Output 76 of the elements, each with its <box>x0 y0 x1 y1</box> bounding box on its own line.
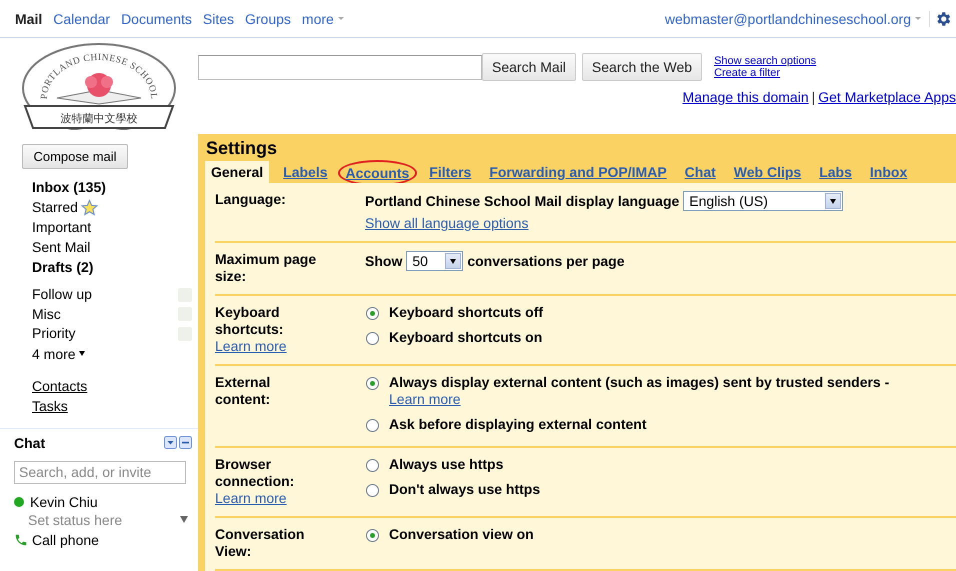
nav-link[interactable]: Mail <box>15 10 42 26</box>
search-link[interactable]: Show search options <box>714 55 816 67</box>
option-label: Ask before displaying external content <box>389 416 647 433</box>
setting-label: Language: <box>215 191 287 208</box>
settings-tab[interactable]: Labs <box>813 161 858 183</box>
sidebar-link[interactable]: Tasks <box>32 396 68 416</box>
search-button[interactable]: Search Mail <box>482 53 576 81</box>
nav-link[interactable]: Documents <box>121 10 192 26</box>
separator: | <box>810 89 816 105</box>
chat-title: Chat <box>14 434 46 450</box>
nav-link[interactable]: Sites <box>202 10 234 26</box>
account-menu[interactable]: webmaster@portlandchineseschool.org <box>664 10 930 26</box>
dropdown-icon[interactable] <box>164 436 177 449</box>
setting-label: Keyboard shortcuts: <box>215 304 284 338</box>
option-label: Don't always use https <box>389 481 540 498</box>
star-icon[interactable] <box>80 198 98 216</box>
sidebar-link[interactable]: Contacts <box>32 376 88 396</box>
settings-tab[interactable]: Labels <box>277 161 334 183</box>
minimize-icon[interactable] <box>179 436 192 449</box>
radio-button[interactable] <box>366 307 379 320</box>
learn-more-link[interactable]: Learn more <box>389 391 461 408</box>
option-label: Always use https <box>389 456 504 473</box>
radio-button[interactable] <box>366 529 379 542</box>
option-label: Keyboard shortcuts on <box>389 329 542 346</box>
call-phone-link[interactable]: Call phone <box>14 532 192 548</box>
folder-link[interactable]: Sent Mail <box>32 237 198 257</box>
chat-search-field[interactable]: Search, add, or invite <box>14 460 186 484</box>
option-label: Keyboard shortcuts off <box>389 304 544 321</box>
show-label: Show <box>365 253 402 269</box>
language-label: Portland Chinese School Mail display language <box>365 193 680 209</box>
setting-label: External content: <box>215 374 272 408</box>
settings-title: Settings <box>205 138 278 159</box>
user-name: Kevin Chiu <box>30 494 98 510</box>
radio-button[interactable] <box>366 377 379 390</box>
more-labels-link[interactable]: 4 more <box>32 344 198 364</box>
option-label: Always display external content (such as images) sent by trusted senders - <box>389 374 890 391</box>
radio-button[interactable] <box>366 332 379 345</box>
folder-link[interactable]: Starred <box>32 197 198 217</box>
settings-tab[interactable]: Web Clips <box>728 161 808 183</box>
status-field[interactable]: Set status here <box>28 512 122 528</box>
language-dropdown[interactable]: English (US) <box>683 191 844 211</box>
option-label: Conversation view on <box>389 526 534 543</box>
caret-icon[interactable] <box>180 516 188 523</box>
admin-link[interactable]: Manage this domain <box>682 89 809 105</box>
learn-more-link[interactable]: Learn more <box>215 338 287 355</box>
phone-icon <box>14 532 28 546</box>
label-link[interactable]: Misc <box>32 304 61 324</box>
settings-tab[interactable]: Filters <box>423 161 478 183</box>
language-options-link[interactable]: Show all language options <box>365 215 528 232</box>
label-link[interactable]: Follow up <box>32 285 92 304</box>
label-link[interactable]: Priority <box>32 324 76 344</box>
radio-button[interactable] <box>366 459 379 472</box>
search-link[interactable]: Create a filter <box>714 67 816 79</box>
setting-label: Browser connection: <box>215 456 296 490</box>
learn-more-link[interactable]: Learn more <box>215 490 287 507</box>
nav-link[interactable]: more <box>302 10 344 26</box>
search-button[interactable]: Search the Web <box>582 53 702 81</box>
settings-tab[interactable]: Forwarding and POP/IMAP <box>483 161 673 183</box>
settings-tab[interactable]: Inbox <box>864 161 914 183</box>
page-size-dropdown[interactable]: 50 <box>406 251 464 271</box>
settings-tab[interactable]: General <box>205 161 270 183</box>
nav-link[interactable]: Calendar <box>53 10 110 26</box>
compose-button[interactable]: Compose mail <box>22 144 128 169</box>
setting-label: Maximum page size: <box>215 251 318 285</box>
per-page-label: conversations per page <box>467 253 625 269</box>
folder-link[interactable]: Inbox (135) <box>32 177 198 197</box>
setting-label: Conversation View: <box>215 526 306 560</box>
radio-button[interactable] <box>366 484 379 497</box>
radio-button[interactable] <box>366 419 379 432</box>
admin-link[interactable]: Get Marketplace Apps <box>818 89 956 105</box>
folder-link[interactable]: Drafts (2) <box>32 257 198 277</box>
folder-link[interactable]: Important <box>32 217 198 237</box>
settings-tab[interactable]: Chat <box>678 161 722 183</box>
status-dot <box>14 496 24 506</box>
nav-link[interactable]: Groups <box>245 10 291 26</box>
search-field[interactable] <box>198 54 482 80</box>
